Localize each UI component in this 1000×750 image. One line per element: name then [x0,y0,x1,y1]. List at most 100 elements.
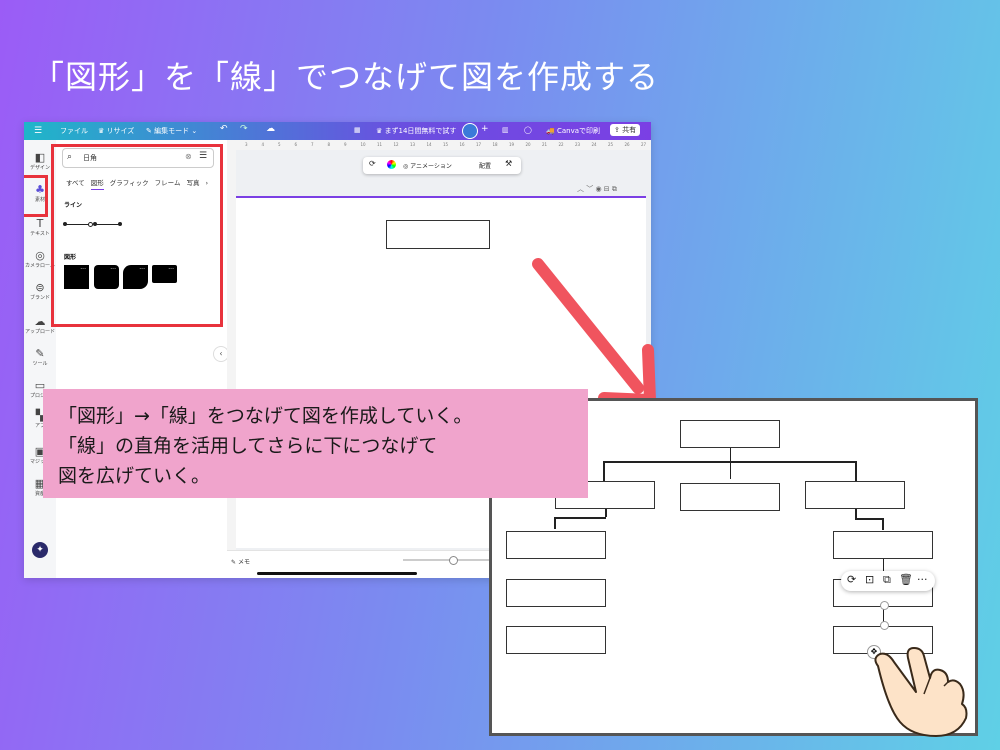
zoom-slider-thumb[interactable] [449,556,458,565]
more-icon[interactable]: ··· [917,573,928,586]
ruler-tick: 23 [575,142,581,147]
ruler-tick: 9 [344,142,347,147]
rail-tools-label: ツール [32,361,48,367]
ruler-tick: 22 [558,142,564,147]
rail-design-label: デザイン [29,165,50,171]
rotate-icon[interactable]: ⟳ [847,573,856,586]
canva-topbar: ☰ ファイル ♛ リサイズ ✎ 編集モード ⌄ ↶ ↷ ☁ ▦ ♛ まず14日間… [24,122,651,140]
ruler-tick: 27 [641,142,647,147]
connector-line[interactable] [554,517,606,519]
undo-icon[interactable]: ↶ [220,124,228,134]
ruler-tick: 3 [245,142,248,147]
ruler-tick: 17 [476,142,482,147]
insights-icon[interactable]: ▥ [502,126,509,134]
callout-line-1: 「図形」→「線」をつなげて図を作成していく。 [58,405,473,427]
rail-upload-label: アップロード [24,329,55,335]
ruler-tick: 21 [542,142,548,147]
animation-button[interactable]: ◎ アニメーション [403,161,452,170]
share-label: 共有 [622,126,637,134]
ruler-tick: 6 [294,142,298,147]
diagram-box-l4[interactable] [506,626,606,654]
cloud-save-icon[interactable]: ☁ [266,124,275,134]
hand-pointer-icon [874,647,968,737]
edit-mode-dropdown[interactable]: ✎ 編集モード ⌄ [146,126,197,136]
ruler-tick: 18 [492,142,498,147]
connector-line[interactable] [730,448,731,479]
connector-line[interactable] [855,461,857,481]
elements-highlight [24,175,48,217]
ruler-tick: 14 [426,142,432,147]
paint-roller-icon[interactable]: ⚒ [505,159,512,168]
tools-icon: ✎ [35,347,45,360]
ruler-tick: 13 [410,142,416,147]
connector-line[interactable] [603,461,856,463]
ruler-tick: 19 [509,142,515,147]
print-label: Canvaで印刷 [556,127,600,135]
ruler-tick: 26 [624,142,630,147]
rail-brand-label: ブランド [29,295,50,301]
menu-icon[interactable]: ☰ [34,126,42,136]
color-icon[interactable] [387,160,396,169]
ruler-tick: 12 [393,142,399,147]
page-collapse-icon[interactable]: ︿ ﹀ ◉ ⊟ ⧉ [577,184,617,194]
animation-label: アニメーション [410,163,452,170]
trial-button[interactable]: ♛ まず14日間無料で試す [376,126,456,136]
memo-button[interactable]: ✎ メモ [231,557,250,566]
avatar[interactable] [462,123,478,139]
redo-icon[interactable]: ↷ [240,124,248,134]
add-collaborator-icon[interactable]: + [481,124,489,134]
delete-icon[interactable]: 🗑 [899,573,913,586]
callout-line-3: 図を広げていく。 [58,465,211,487]
ruler-tick: 5 [278,142,281,147]
diagram-box-center[interactable] [680,483,780,511]
connector-line[interactable] [605,509,607,517]
ruler-tick: 15 [443,142,449,147]
connector-line[interactable] [603,461,605,481]
diagram-box-l3[interactable] [506,579,606,607]
slide-title: 「図形」を「線」でつなげて図を作成する [32,58,660,96]
lock-icon[interactable]: ⊡ [865,573,874,586]
sparkle-icon: ✦ [32,542,48,558]
ruler-tick: 20 [525,142,531,147]
home-indicator [257,572,417,575]
trial-label: まず14日間無料で試す [384,127,457,135]
share-button[interactable]: ⇪ 共有 [610,124,641,136]
panel-highlight [51,144,223,327]
connector-line[interactable] [882,518,884,530]
ruler-tick: 10 [360,142,366,147]
rail-ai-button[interactable]: ✦ [24,542,56,558]
resize-button[interactable]: ♛ リサイズ [98,126,134,136]
ruler-tick: 25 [608,142,614,147]
selection-handle[interactable] [880,621,889,630]
instruction-callout: 「図形」→「線」をつなげて図を作成していく。 「線」の直角を活用してさらに下につ… [43,389,588,498]
arrange-button[interactable]: 配置 [479,161,491,170]
floating-toolbar: ⟳ ◎ アニメーション 配置 ⚒ [363,157,521,174]
diagram-box-root[interactable] [680,420,780,448]
print-button[interactable]: 🚚 Canvaで印刷 [546,126,600,136]
callout-line-2: 「線」の直角を活用してさらに下につなげて [58,435,438,457]
ruler-tick: 8 [327,142,331,147]
pages-icon[interactable]: ▦ [354,126,361,134]
connector-line[interactable] [855,518,883,520]
element-toolbar: ⟳ ⊡ ⧉ 🗑 ··· [841,571,935,591]
diagram-box-l2[interactable] [506,531,606,559]
ruler-tick: 16 [459,142,465,147]
rectangle-shape[interactable] [386,220,490,249]
edit-mode-label: 編集モード [154,127,190,135]
duplicate-icon[interactable]: ⧉ [883,573,891,587]
file-menu[interactable]: ファイル [60,126,88,136]
rotate-icon[interactable]: ⟳ [369,159,376,168]
ruler-tick: 11 [377,142,383,147]
rail-text-label: テキスト [30,231,50,237]
ruler-tick: 7 [311,142,314,147]
rail-tools[interactable]: ✎ ツール [24,347,56,368]
diagram-box-r2[interactable] [833,531,933,559]
ruler-tick: 4 [261,142,265,147]
diagram-box-right[interactable] [805,481,905,509]
memo-label: メモ [237,559,250,566]
selection-handle[interactable] [880,601,889,610]
connector-line[interactable] [554,517,556,529]
comment-icon[interactable]: ◯ [524,126,532,134]
ruler-tick: 24 [591,142,597,147]
resize-label: リサイズ [106,127,135,135]
